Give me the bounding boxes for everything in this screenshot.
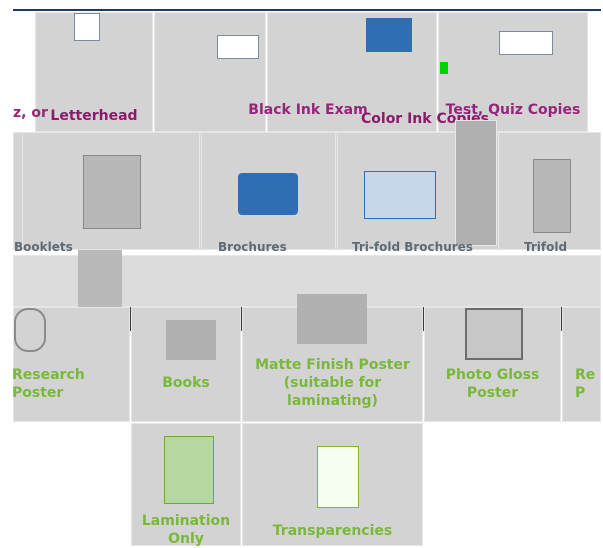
book-icon (166, 320, 216, 360)
poster-icon (297, 294, 367, 344)
tile-lamination-only[interactable]: Lamination Only (131, 423, 241, 547)
indicator-icon (440, 62, 448, 74)
tile-label: Re P (575, 367, 596, 401)
tile-booklets[interactable] (22, 132, 200, 250)
tile-label: Transparencies (272, 523, 393, 539)
poster-icon (14, 308, 46, 352)
tile-matte-poster[interactable]: Matte Finish Poster (suitable for lamina… (242, 294, 423, 422)
document-icon (74, 13, 100, 41)
tile-brochures[interactable] (201, 132, 336, 250)
overlay-block (455, 120, 497, 246)
tile-partial[interactable]: Re P (562, 307, 601, 422)
tile-label: Matte Finish Poster (suitable for lamina… (255, 357, 410, 409)
open-book-icon (238, 173, 298, 215)
document-icon (533, 159, 571, 233)
top-divider (13, 9, 601, 11)
tile-label: Books (162, 375, 210, 391)
trifold-icon (364, 171, 436, 219)
tile-label: Research Poster (12, 367, 85, 401)
tile-trifold[interactable] (337, 132, 463, 250)
tile-label: Photo Gloss Poster (445, 367, 540, 401)
tile-label-partial: z, or (13, 105, 48, 121)
document-icon (217, 35, 259, 59)
document-icon (499, 31, 553, 55)
row2-label-booklets: Booklets (14, 240, 73, 254)
photo-icon (465, 308, 523, 360)
overlay-block (78, 250, 122, 308)
tile-label: Lamination Only (141, 513, 231, 547)
tile-other[interactable] (498, 132, 601, 250)
row2-label-brochures: Brochures (218, 240, 287, 254)
tile-photo-gloss-poster[interactable]: Photo Gloss Poster (424, 307, 561, 422)
booklet-icon (83, 155, 141, 229)
lamination-icon (164, 436, 214, 504)
document-icon (366, 18, 412, 52)
tile-transparencies[interactable]: Transparencies (242, 423, 423, 546)
transparency-icon (317, 446, 359, 508)
row2-label-trifold: Tri-fold Brochures (352, 240, 473, 254)
tile-books[interactable]: Books (131, 307, 241, 422)
tile-research-poster[interactable]: Research Poster (12, 307, 130, 422)
row2-label-other: Trifold (524, 240, 568, 254)
